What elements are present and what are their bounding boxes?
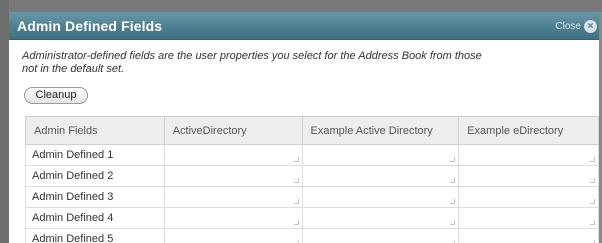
- example-active-directory-input[interactable]: [301, 165, 460, 187]
- table-row: Admin Defined 2: [25, 165, 599, 187]
- dialog-title: Admin Defined Fields: [17, 18, 163, 34]
- example-active-directory-input[interactable]: [301, 186, 460, 208]
- resize-handle-icon[interactable]: [450, 178, 456, 183]
- resize-handle-icon[interactable]: [450, 199, 456, 204]
- row-label: Admin Defined 1: [25, 144, 165, 166]
- table-row: Admin Defined 5: [25, 228, 599, 243]
- close-icon[interactable]: ×: [584, 20, 597, 33]
- activedirectory-input[interactable]: [163, 207, 303, 229]
- activedirectory-input[interactable]: [163, 228, 303, 243]
- resize-handle-icon[interactable]: [293, 220, 299, 225]
- activedirectory-input[interactable]: [163, 144, 303, 166]
- example-edirectory-input[interactable]: [458, 144, 599, 166]
- table-row: Admin Defined 1: [25, 144, 599, 166]
- resize-handle-icon[interactable]: [590, 178, 595, 183]
- resize-handle-icon[interactable]: [293, 178, 299, 183]
- close-link[interactable]: Close: [555, 21, 581, 32]
- example-edirectory-input[interactable]: [458, 228, 599, 243]
- resize-handle-icon[interactable]: [293, 157, 299, 162]
- window-frame-left: [0, 0, 9, 243]
- cleanup-button[interactable]: Cleanup: [24, 87, 88, 104]
- admin-fields-dialog: Admin Defined Fields Close × Administrat…: [9, 12, 599, 243]
- resize-handle-icon[interactable]: [450, 220, 456, 225]
- resize-handle-icon[interactable]: [450, 157, 456, 162]
- row-label: Admin Defined 5: [25, 228, 165, 243]
- example-edirectory-input[interactable]: [458, 186, 599, 208]
- table-row: Admin Defined 4: [25, 207, 599, 229]
- column-header-admin-fields: Admin Fields: [25, 116, 165, 145]
- row-label: Admin Defined 4: [25, 207, 165, 229]
- example-active-directory-input[interactable]: [301, 207, 460, 229]
- table-header-row: Admin Fields ActiveDirectory Example Act…: [25, 116, 599, 145]
- window-frame-top: [0, 0, 602, 12]
- table-row: Admin Defined 3: [25, 186, 599, 208]
- example-active-directory-input[interactable]: [301, 228, 460, 243]
- row-label: Admin Defined 3: [25, 186, 165, 208]
- dialog-title-bar: Admin Defined Fields Close ×: [9, 12, 599, 40]
- admin-fields-table: Admin Fields ActiveDirectory Example Act…: [25, 116, 599, 243]
- resize-handle-icon[interactable]: [293, 199, 299, 204]
- dialog-description: Administrator-defined fields are the use…: [22, 50, 482, 75]
- example-edirectory-input[interactable]: [458, 165, 599, 187]
- column-header-example-edirectory: Example eDirectory: [458, 116, 599, 145]
- row-label: Admin Defined 2: [25, 165, 165, 187]
- activedirectory-input[interactable]: [163, 165, 303, 187]
- example-edirectory-input[interactable]: [458, 207, 599, 229]
- example-active-directory-input[interactable]: [301, 144, 460, 166]
- column-header-activedirectory: ActiveDirectory: [163, 116, 303, 145]
- resize-handle-icon[interactable]: [590, 157, 595, 162]
- resize-handle-icon[interactable]: [590, 199, 595, 204]
- column-header-example-active-directory: Example Active Directory: [301, 116, 460, 145]
- activedirectory-input[interactable]: [163, 186, 303, 208]
- resize-handle-icon[interactable]: [590, 220, 595, 225]
